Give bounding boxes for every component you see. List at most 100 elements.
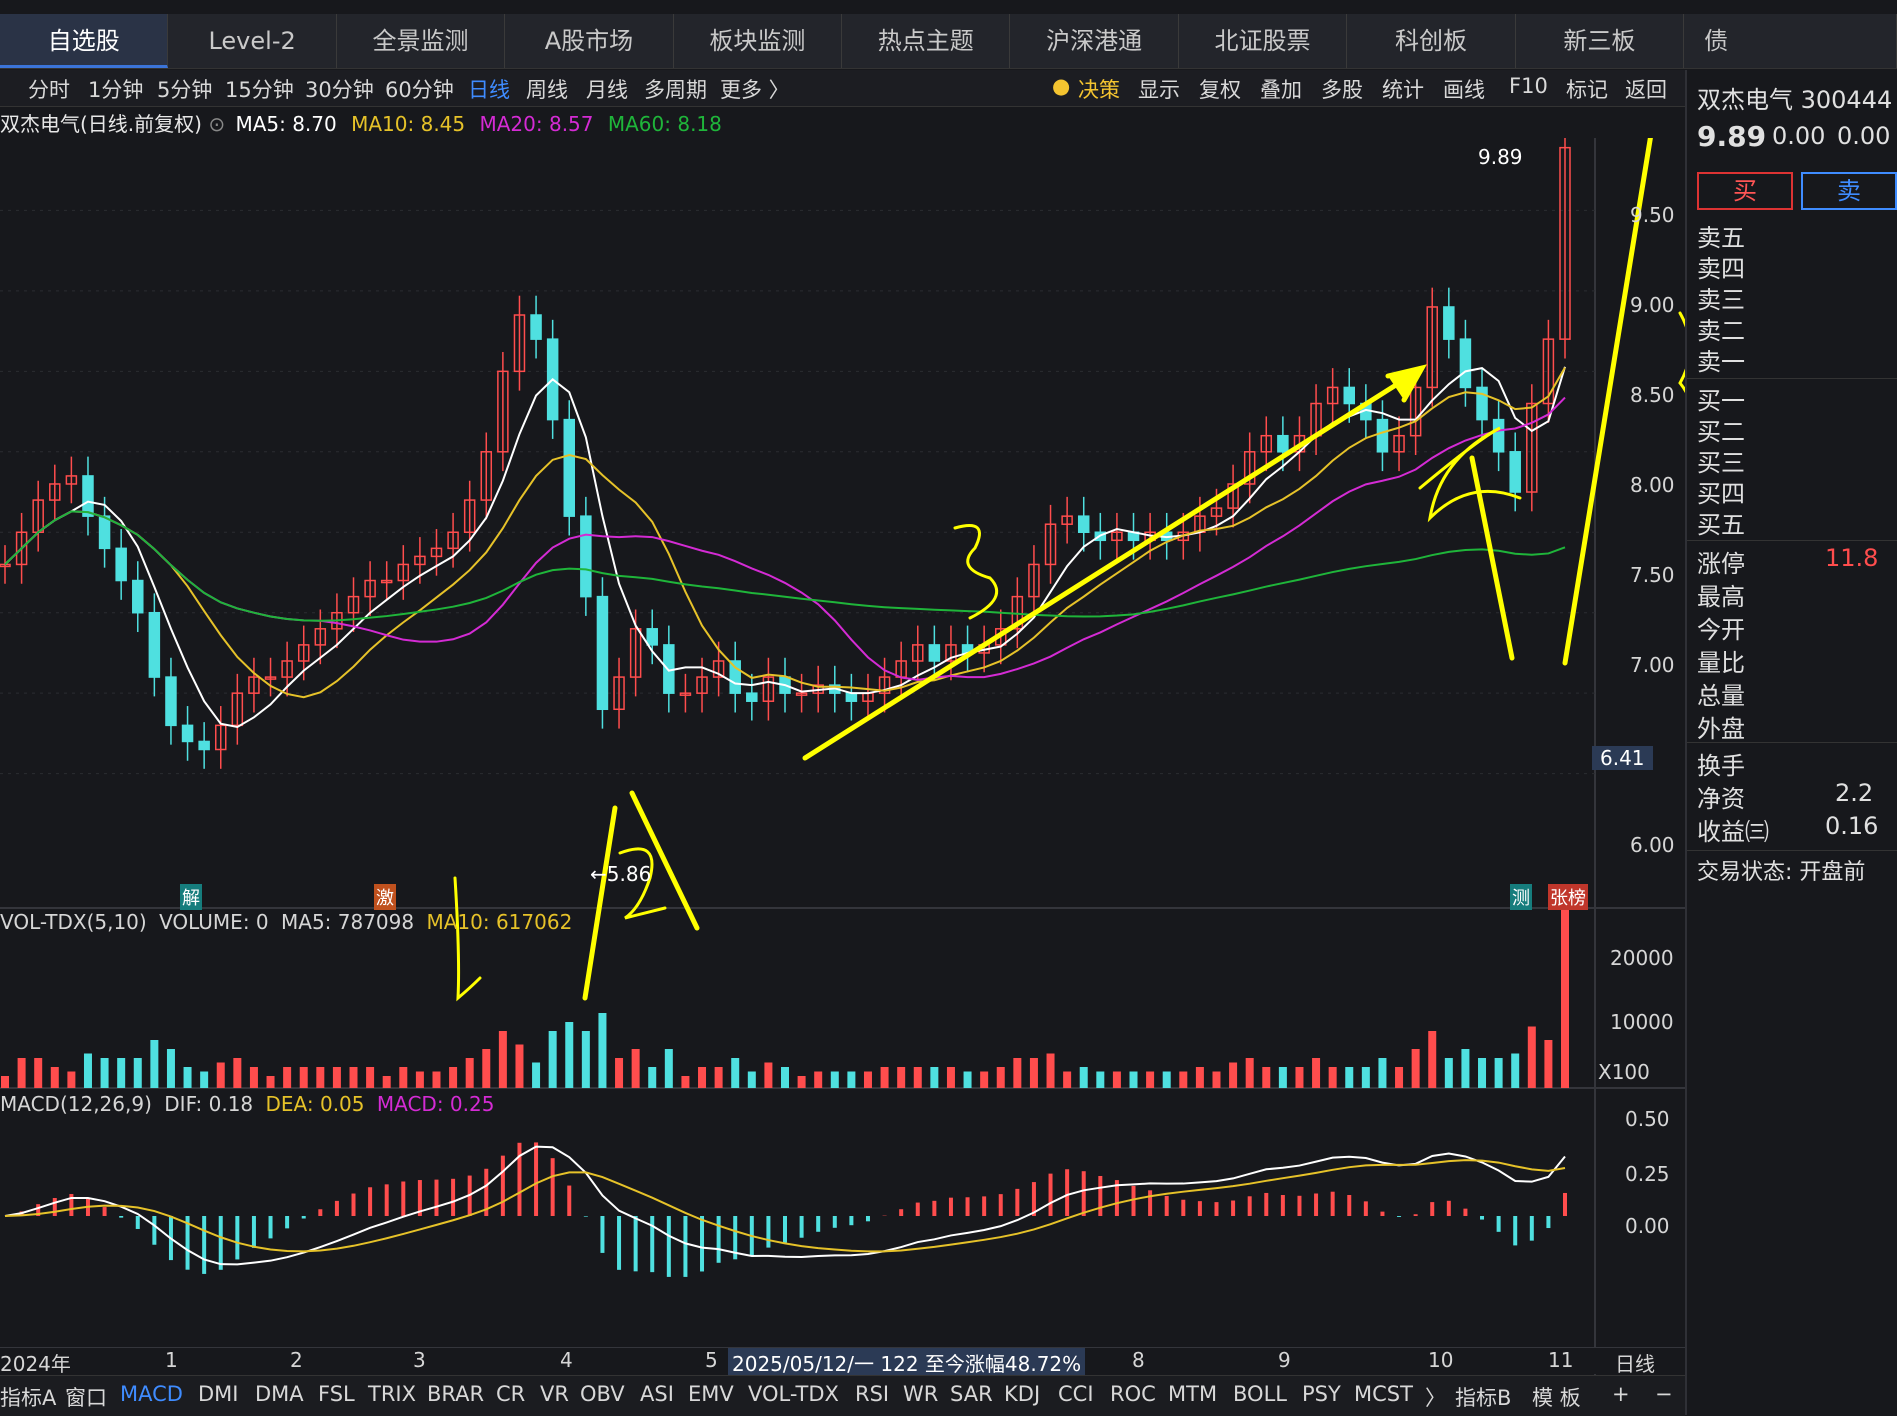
- tag-surge[interactable]: 激: [374, 884, 396, 910]
- price-change: 0.00: [1772, 122, 1825, 150]
- indicator-sar[interactable]: SAR: [950, 1382, 993, 1406]
- ask2-label: 卖二: [1697, 311, 1745, 346]
- period-multi[interactable]: 多周期: [644, 74, 707, 104]
- date-11: 11: [1548, 1348, 1573, 1372]
- macd-bar: [1198, 1201, 1202, 1216]
- indicator-asi[interactable]: ASI: [640, 1382, 674, 1406]
- tool-display[interactable]: 显示: [1138, 74, 1180, 104]
- tag-test[interactable]: 测: [1510, 884, 1532, 910]
- indicator-cci[interactable]: CCI: [1058, 1382, 1094, 1406]
- period-monthly[interactable]: 月线: [586, 74, 628, 104]
- macd-bar: [584, 1216, 588, 1217]
- indicator-obv[interactable]: OBV: [580, 1382, 625, 1406]
- macd-bar: [1414, 1214, 1418, 1216]
- indicator-boll[interactable]: BOLL: [1233, 1382, 1287, 1406]
- tag-limit-up[interactable]: 张榜: [1548, 884, 1588, 910]
- sell-button[interactable]: 卖: [1801, 172, 1897, 210]
- macd-bar: [1314, 1193, 1318, 1216]
- tab-bond[interactable]: 债: [1684, 14, 1897, 68]
- zoom-out-button[interactable]: −: [1655, 1382, 1673, 1406]
- indicator-brar[interactable]: BRAR: [427, 1382, 484, 1406]
- volume-bar: [582, 1031, 590, 1088]
- indicator-roc[interactable]: ROC: [1110, 1382, 1156, 1406]
- kline-chart[interactable]: [0, 138, 1685, 1375]
- tab-neeq[interactable]: 新三板: [1516, 14, 1684, 68]
- macd-bar: [302, 1216, 306, 1219]
- indicator-wr[interactable]: WR: [903, 1382, 938, 1406]
- period-toolbar: 分时 1分钟 5分钟 15分钟 30分钟 60分钟 日线 周线 月线 多周期 更…: [0, 70, 1685, 107]
- indicator-psy[interactable]: PSY: [1302, 1382, 1341, 1406]
- indicator-mcst[interactable]: MCST: [1354, 1382, 1413, 1406]
- tool-back[interactable]: 返回: [1625, 74, 1667, 104]
- indicator-vr[interactable]: VR: [540, 1382, 569, 1406]
- volume-bar: [1163, 1072, 1171, 1089]
- period-60min[interactable]: 60分钟: [385, 74, 454, 104]
- indicator-macd[interactable]: MACD: [120, 1382, 183, 1406]
- tool-decision[interactable]: 决策: [1078, 74, 1120, 104]
- buy-button[interactable]: 买: [1697, 172, 1793, 210]
- tool-draw[interactable]: 画线: [1443, 74, 1485, 104]
- tab-star[interactable]: 科创板: [1347, 14, 1515, 68]
- indicator-emv[interactable]: EMV: [688, 1382, 734, 1406]
- vol-axis-unit: X100: [1598, 1060, 1650, 1084]
- period-15min[interactable]: 15分钟: [225, 74, 294, 104]
- tag-unlock[interactable]: 解: [180, 884, 202, 910]
- period-weekly[interactable]: 周线: [526, 74, 568, 104]
- period-intraday[interactable]: 分时: [28, 74, 70, 104]
- zoom-in-button[interactable]: +: [1612, 1382, 1630, 1406]
- indicator-mtm[interactable]: MTM: [1168, 1382, 1217, 1406]
- candle-body: [929, 645, 939, 661]
- indicator-fsl[interactable]: FSL: [318, 1382, 355, 1406]
- indicator-trix[interactable]: TRIX: [368, 1382, 416, 1406]
- tab-hk-connect[interactable]: 沪深港通: [1010, 14, 1178, 68]
- period-more[interactable]: 更多 〉: [720, 74, 790, 104]
- volume-bar: [615, 1058, 623, 1088]
- indicator-more[interactable]: 〉: [1425, 1382, 1446, 1412]
- date-2024: 2024年: [0, 1348, 71, 1377]
- stat-eps-value: 0.16: [1825, 812, 1878, 840]
- volume-bar: [1329, 1067, 1337, 1088]
- annotation-number-3: [955, 526, 997, 619]
- candle-body: [1377, 420, 1387, 452]
- indicator-bar: 指标A 窗口 MACD DMI DMA FSL TRIX BRAR CR VR …: [0, 1375, 1685, 1416]
- period-5min[interactable]: 5分钟: [157, 74, 212, 104]
- settings-icon[interactable]: ⊙: [208, 112, 225, 136]
- indicator-vol-tdx[interactable]: VOL-TDX: [748, 1382, 839, 1406]
- indicator-dma[interactable]: DMA: [255, 1382, 304, 1406]
- template-button[interactable]: 模 板: [1532, 1382, 1581, 1412]
- tab-watchlist[interactable]: 自选股: [0, 14, 168, 68]
- tool-stats[interactable]: 统计: [1382, 74, 1424, 104]
- indicator-b[interactable]: 指标B: [1455, 1382, 1511, 1412]
- tab-level2[interactable]: Level-2: [168, 14, 336, 68]
- tab-sector[interactable]: 板块监测: [674, 14, 842, 68]
- volume-bar: [432, 1072, 440, 1089]
- tool-f10[interactable]: F10: [1509, 74, 1548, 98]
- period-daily[interactable]: 日线: [468, 74, 510, 104]
- indicator-window[interactable]: 窗口: [65, 1382, 107, 1412]
- tab-bse[interactable]: 北证股票: [1179, 14, 1347, 68]
- stat-turnover-label: 换手: [1697, 746, 1745, 781]
- indicator-rsi[interactable]: RSI: [855, 1382, 889, 1406]
- tab-hot-topic[interactable]: 热点主题: [842, 14, 1010, 68]
- stat-vol-ratio-label: 量比: [1697, 643, 1745, 678]
- ma20-label: MA20: 8.57: [479, 112, 593, 136]
- macd-axis-025: 0.25: [1625, 1162, 1670, 1186]
- indicator-a[interactable]: 指标A: [0, 1382, 56, 1412]
- tool-overlay[interactable]: 叠加: [1260, 74, 1302, 104]
- tab-a-share[interactable]: A股市场: [505, 14, 673, 68]
- tab-panorama[interactable]: 全景监测: [337, 14, 505, 68]
- macd-bar: [999, 1194, 1003, 1216]
- tool-mark[interactable]: 标记: [1566, 74, 1608, 104]
- macd-bar: [534, 1142, 538, 1216]
- tool-multi-stock[interactable]: 多股: [1321, 74, 1363, 104]
- macd-bar: [1364, 1201, 1368, 1216]
- volume-bar: [648, 1067, 656, 1088]
- macd-value: MACD: 0.25: [377, 1092, 495, 1116]
- indicator-kdj[interactable]: KDJ: [1004, 1382, 1040, 1406]
- macd-bar: [1165, 1196, 1169, 1216]
- period-30min[interactable]: 30分钟: [305, 74, 374, 104]
- indicator-cr[interactable]: CR: [496, 1382, 525, 1406]
- tool-adjust[interactable]: 复权: [1199, 74, 1241, 104]
- period-1min[interactable]: 1分钟: [88, 74, 143, 104]
- indicator-dmi[interactable]: DMI: [198, 1382, 238, 1406]
